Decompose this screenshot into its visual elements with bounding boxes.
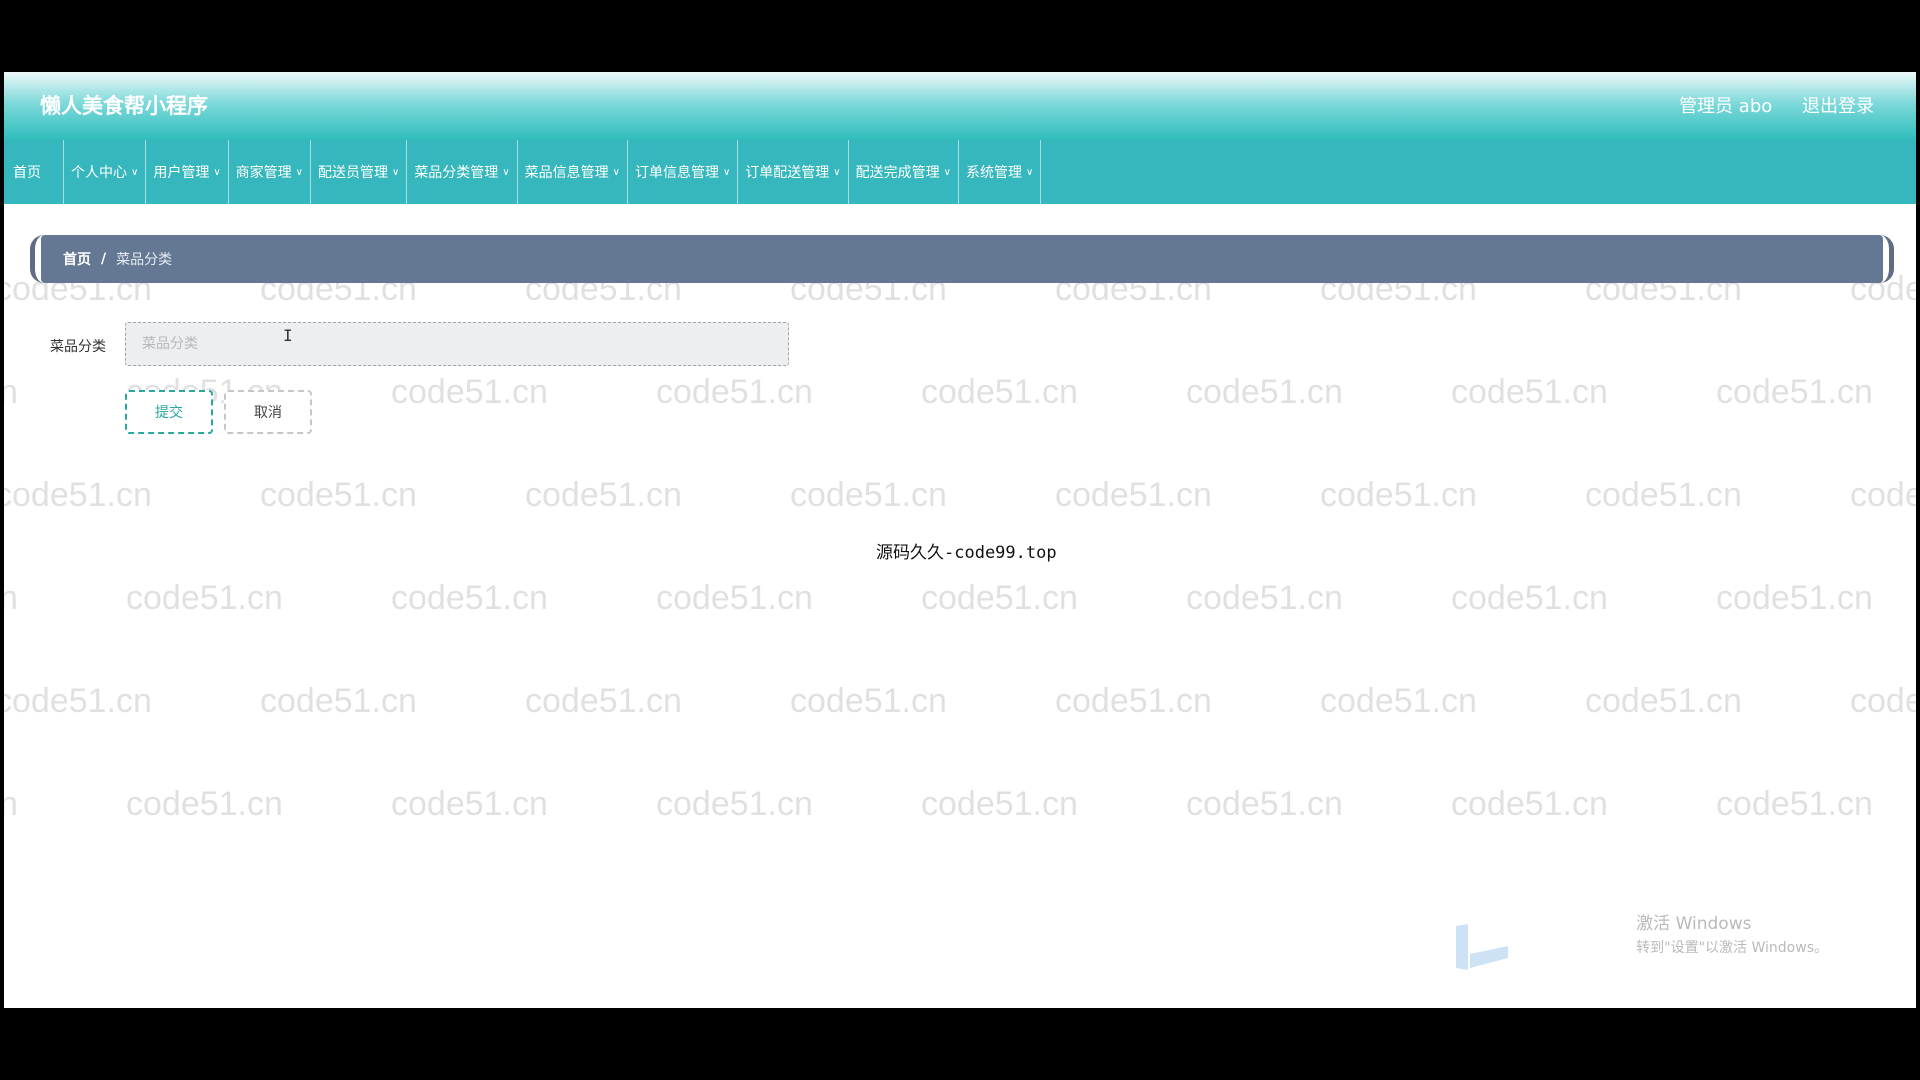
watermark-text: code51.cn xyxy=(4,373,18,411)
watermark-text: code51.cn xyxy=(921,785,1078,823)
app-window: code51.cn code51.cn code51.cn code51.cn code… xyxy=(4,72,1916,1008)
nav-item-2[interactable]: 用户管理 ∨ xyxy=(146,140,229,204)
text-cursor-icon: I xyxy=(283,326,293,345)
watermark-text: code51.cn xyxy=(1451,579,1608,617)
watermark-text: code51.cn xyxy=(1320,476,1477,514)
main-nav: 首页 个人中心 ∨ 用户管理 ∨ 商家管理 ∨ 配送员管理 ∨ 菜品分类管理 ∨ 菜品信息管理 ∨ 订单信… xyxy=(4,140,1916,204)
watermark-text: code51.cn xyxy=(1320,682,1477,720)
watermark-text: code51.cn xyxy=(126,785,283,823)
chevron-down-icon: ∨ xyxy=(722,166,731,178)
nav-item-label: 配送完成管理 xyxy=(855,165,940,181)
watermark-text: code51.cn xyxy=(1850,682,1916,720)
nav-item-10[interactable]: 系统管理 ∨ xyxy=(959,140,1042,204)
chevron-down-icon: ∨ xyxy=(391,166,400,178)
watermark-text: code51.cn xyxy=(1585,476,1742,514)
windows-logo-icon xyxy=(1456,924,1508,970)
activation-subtitle: 转到"设置"以激活 Windows。 xyxy=(1636,940,1828,956)
nav-item-9[interactable]: 配送完成管理 ∨ xyxy=(849,140,959,204)
breadcrumb: 首页 / 菜品分类 xyxy=(41,235,1883,283)
breadcrumb-separator: / xyxy=(101,251,107,267)
watermark-text: code51.cn xyxy=(1055,682,1212,720)
watermark-text: code51.cn xyxy=(391,785,548,823)
current-user-label: 管理员 abo xyxy=(1679,96,1773,117)
watermark-text: code51.cn xyxy=(790,682,947,720)
chevron-down-icon: ∨ xyxy=(502,166,510,178)
watermark-text: code51.cn xyxy=(391,373,548,411)
windows-activation-notice: 激活 Windows 转到"设置"以激活 Windows。 xyxy=(1636,912,1828,960)
watermark-text: code51.cn xyxy=(4,785,18,823)
watermark-text: code51.cn xyxy=(921,579,1078,617)
watermark-text: code51.cn xyxy=(4,682,152,720)
watermark-text: code51.cn xyxy=(4,476,152,514)
nav-item-label: 订单配送管理 xyxy=(745,165,830,181)
nav-item-label: 菜品信息管理 xyxy=(524,165,609,181)
nav-item-label: 菜品分类管理 xyxy=(414,165,499,181)
nav-item-8[interactable]: 订单配送管理 ∨ xyxy=(738,140,849,204)
logout-link[interactable]: 退出登录 xyxy=(1802,92,1874,118)
nav-item-3[interactable]: 商家管理 ∨ xyxy=(229,140,311,204)
submit-button[interactable]: 提交 xyxy=(125,390,213,434)
nav-item-1[interactable]: 个人中心 ∨ xyxy=(64,140,147,204)
chevron-down-icon: ∨ xyxy=(213,166,221,178)
source-watermark-text: 源码久久-code99.top xyxy=(876,543,1057,563)
cancel-button[interactable]: 取消 xyxy=(224,390,312,434)
breadcrumb-home[interactable]: 首页 xyxy=(63,249,91,269)
watermark-text: code51.cn xyxy=(1716,373,1873,411)
watermark-text: code51.cn xyxy=(1451,373,1608,411)
watermark-text: code51.cn xyxy=(1186,785,1343,823)
nav-item-6[interactable]: 菜品信息管理 ∨ xyxy=(518,140,628,204)
watermark-text: code51.cn xyxy=(656,785,813,823)
watermark-text: code51.cn xyxy=(4,579,18,617)
watermark-text: code51.cn xyxy=(1451,785,1608,823)
nav-item-label: 订单信息管理 xyxy=(634,165,719,181)
watermark-text: code51.cn xyxy=(921,373,1078,411)
watermark-text: code51.cn xyxy=(525,682,682,720)
watermark-text: code51.cn xyxy=(260,682,417,720)
watermark-text: code51.cn xyxy=(656,579,813,617)
nav-item-7[interactable]: 订单信息管理 ∨ xyxy=(628,140,739,204)
nav-item-label: 首页 xyxy=(13,165,41,181)
watermark-text: code51.cn xyxy=(1850,476,1916,514)
watermark-text: code51.cn xyxy=(656,373,813,411)
chevron-down-icon: ∨ xyxy=(295,166,303,178)
watermark-text: code51.cn xyxy=(1716,785,1873,823)
user-area: 管理员 abo 退出登录 xyxy=(1655,92,1874,118)
category-field-label: 菜品分类 xyxy=(50,339,106,355)
top-header: 懒人美食帮小程序 管理员 abo 退出登录 xyxy=(4,72,1916,140)
watermark-text: code51.cn xyxy=(1186,373,1343,411)
watermark-text: code51.cn xyxy=(790,476,947,514)
nav-item-0[interactable]: 首页 xyxy=(4,140,64,204)
nav-item-4[interactable]: 配送员管理 ∨ xyxy=(311,140,408,204)
chevron-down-icon: ∨ xyxy=(131,166,139,178)
category-form-row: 菜品分类 xyxy=(4,322,804,372)
breadcrumb-current: 菜品分类 xyxy=(116,252,173,268)
watermark-text: code51.cn xyxy=(126,579,283,617)
nav-item-label: 商家管理 xyxy=(235,165,292,181)
watermark-text: code51.cn xyxy=(391,579,548,617)
chevron-down-icon: ∨ xyxy=(612,166,620,178)
nav-item-label: 用户管理 xyxy=(153,165,210,181)
watermark-text: code51.cn xyxy=(1055,476,1212,514)
nav-item-5[interactable]: 菜品分类管理 ∨ xyxy=(407,140,518,204)
breadcrumb-frame: 首页 / 菜品分类 xyxy=(30,235,1894,283)
watermark-text: code51.cn xyxy=(525,476,682,514)
nav-item-label: 配送员管理 xyxy=(317,165,388,181)
chevron-down-icon: ∨ xyxy=(1025,166,1034,178)
category-input[interactable] xyxy=(125,322,789,366)
nav-item-label: 系统管理 xyxy=(965,165,1022,181)
watermark-text: code51.cn xyxy=(1186,579,1343,617)
watermark-text: code51.cn xyxy=(1585,682,1742,720)
activation-title: 激活 Windows xyxy=(1636,914,1752,934)
watermark-text: code51.cn xyxy=(260,476,417,514)
watermark-text: code51.cn xyxy=(1716,579,1873,617)
app-title: 懒人美食帮小程序 xyxy=(40,94,208,118)
chevron-down-icon: ∨ xyxy=(833,166,841,178)
chevron-down-icon: ∨ xyxy=(943,166,951,178)
nav-item-label: 个人中心 xyxy=(71,165,127,181)
